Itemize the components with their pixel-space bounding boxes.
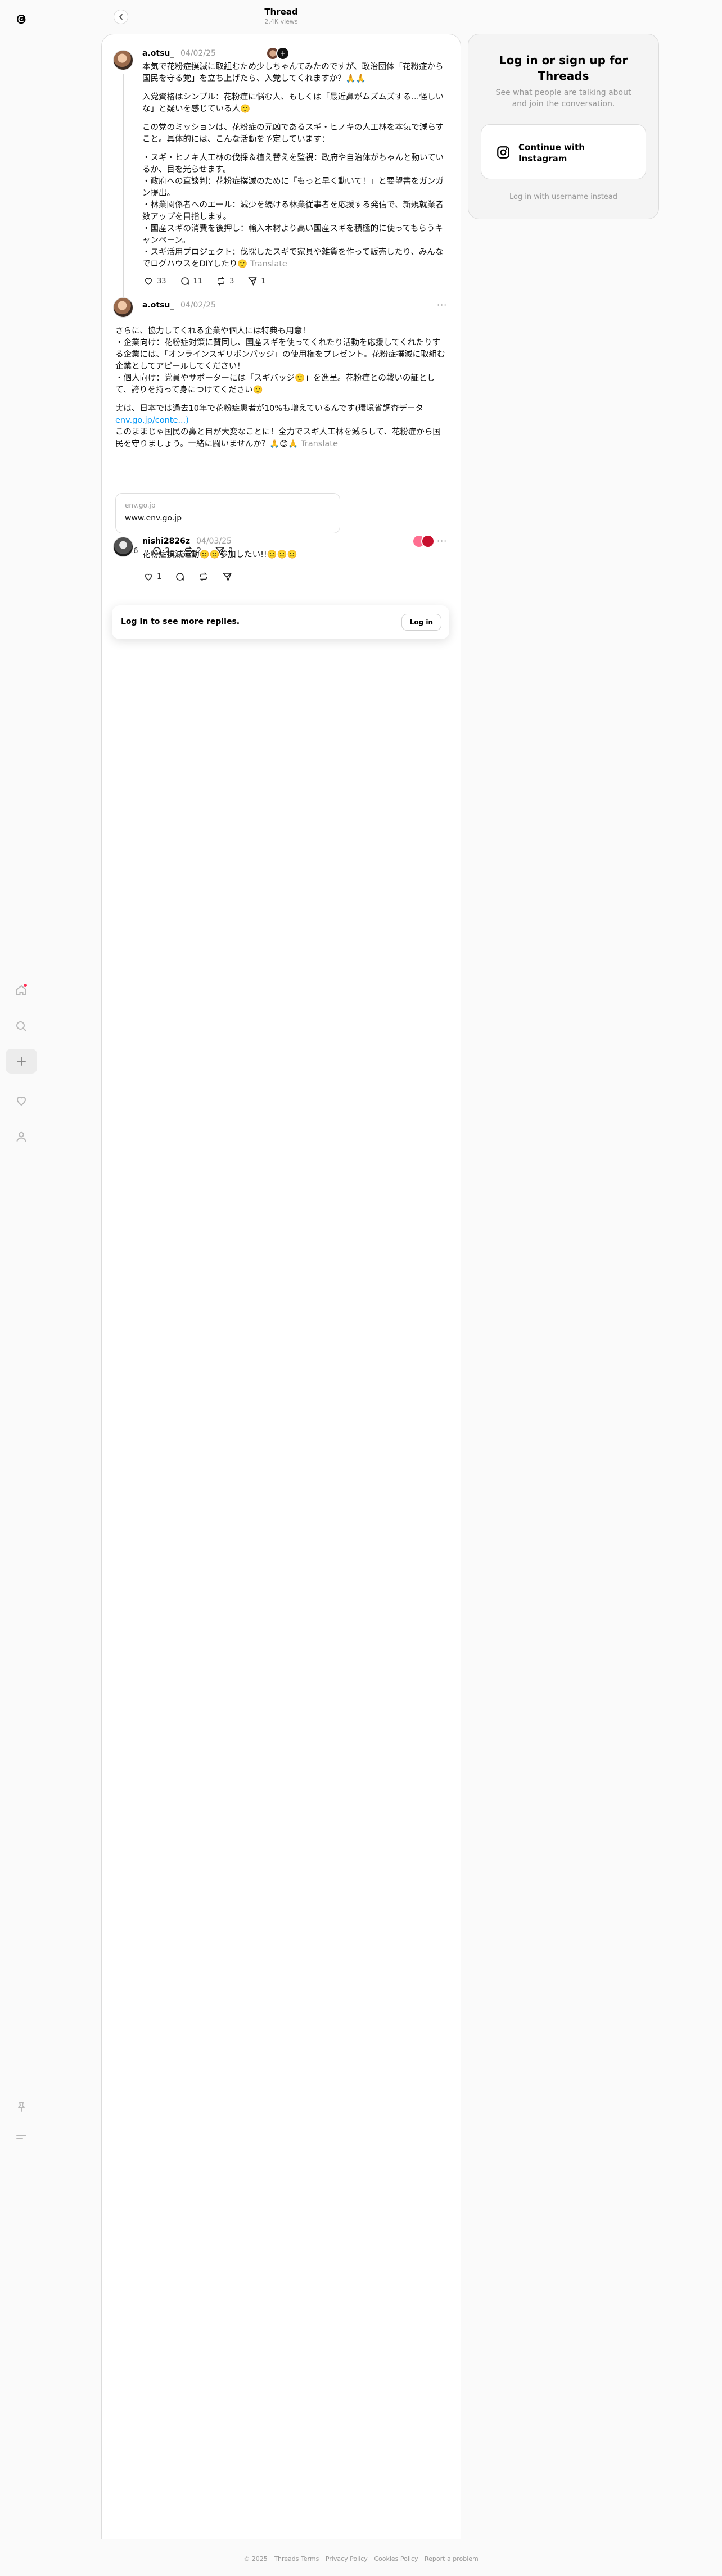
threads-logo-icon[interactable] xyxy=(11,9,31,29)
copyright: © 2025 xyxy=(243,2555,268,2563)
post-text: 花粉症撲滅運動🙂🙂参加したい!!🙂🙂🙂 xyxy=(142,550,297,559)
post-text: 入党資格はシンプル：花粉症に悩む人、もしくは「最近鼻がムズムズする…怪しいな」と… xyxy=(142,93,444,114)
post-date[interactable]: 04/02/25 xyxy=(180,301,216,310)
username-login-link[interactable]: Log in with username instead xyxy=(468,193,658,201)
reply-button[interactable]: 11 xyxy=(180,276,203,286)
like-button[interactable]: 1 xyxy=(143,572,161,582)
post-text: さらに、協力してくれる企業や個人には特典も用意！ ・企業向け：花粉症対策に賛同し… xyxy=(115,327,445,395)
repost-button[interactable] xyxy=(198,572,209,582)
repost-icon xyxy=(216,276,226,286)
comment-icon xyxy=(175,572,185,582)
create-icon[interactable] xyxy=(6,1049,37,1074)
post-username[interactable]: a.otsu_ xyxy=(142,49,174,58)
link-preview-card[interactable]: env.go.jp www.env.go.jp xyxy=(115,493,340,533)
page-title: Thread xyxy=(264,7,298,17)
post-text: 本気で花粉症撲滅に取組むため少しちゃんてみたのですが、政治団体「花粉症から国民を… xyxy=(142,62,444,83)
post-actions: 33 11 3 1 xyxy=(143,276,266,286)
comment-icon xyxy=(180,276,190,286)
thread-connector xyxy=(123,74,124,307)
avatar[interactable] xyxy=(113,297,133,318)
heart-icon xyxy=(143,572,154,582)
post-date[interactable]: 04/03/25 xyxy=(196,537,232,546)
translate-link[interactable]: Translate xyxy=(301,440,338,449)
share-button[interactable] xyxy=(222,572,232,582)
share-count: 1 xyxy=(261,277,266,286)
thread-panel: a.otsu_ 04/02/25 + 本気で花粉症撲滅に取組むため少しちゃんてみ… xyxy=(101,34,461,2539)
login-button[interactable]: Log in xyxy=(401,614,441,631)
more-options-button[interactable]: ··· xyxy=(437,536,447,546)
like-count: 33 xyxy=(157,277,166,286)
source-link[interactable]: env.go.jp/conte...) xyxy=(115,416,189,425)
post-body: さらに、協力してくれる企業や個人には特典も用意！ ・企業向け：花粉症対策に賛同し… xyxy=(115,325,447,457)
reaction-avatars[interactable] xyxy=(412,535,435,548)
profile-icon[interactable] xyxy=(11,1126,31,1147)
reaction-avatars[interactable]: + xyxy=(266,47,290,60)
instagram-icon xyxy=(496,145,511,160)
view-count: 2.4K views xyxy=(264,18,298,25)
privacy-policy-link[interactable]: Privacy Policy xyxy=(326,2555,368,2563)
link-url: www.env.go.jp xyxy=(125,514,182,523)
login-card-subtitle: See what people are talking about and jo… xyxy=(495,88,631,108)
login-prompt-bar: Log in to see more replies. Log in xyxy=(112,605,449,639)
login-prompt-text: Log in to see more replies. xyxy=(121,617,240,626)
add-reaction-icon: + xyxy=(276,47,290,60)
repost-icon xyxy=(198,572,209,582)
heart-icon[interactable] xyxy=(11,1090,31,1111)
cookies-policy-link[interactable]: Cookies Policy xyxy=(374,2555,418,2563)
post-actions: 1 xyxy=(143,572,232,582)
repost-button[interactable]: 3 xyxy=(216,276,234,286)
terms-link[interactable]: Threads Terms xyxy=(274,2555,319,2563)
report-problem-link[interactable]: Report a problem xyxy=(425,2555,479,2563)
avatar[interactable] xyxy=(113,537,133,557)
search-icon[interactable] xyxy=(11,1016,31,1036)
login-card: Log in or sign up for Threads See what p… xyxy=(468,34,659,219)
share-button[interactable]: 1 xyxy=(247,276,266,286)
left-nav-rail xyxy=(0,0,43,2576)
menu-icon[interactable] xyxy=(11,2127,31,2147)
login-card-title: Log in or sign up for Threads xyxy=(499,53,628,83)
heart-icon xyxy=(143,276,154,286)
post-text: ・スギ・ヒノキ人工林の伐採＆植え替えを監視：政府や自治体がちゃんと動いているか、… xyxy=(142,153,444,269)
instagram-button-label: Continue with Instagram xyxy=(518,142,585,164)
repost-count: 3 xyxy=(229,277,234,286)
post-text: 実は、日本では過去10年で花粉症患者が10%も増えているんです(環境省調査データ xyxy=(115,404,423,413)
avatar xyxy=(421,535,435,548)
link-domain: env.go.jp xyxy=(125,501,156,509)
post-text: この党のミッションは、花粉症の元凶であるスギ・ヒノキの人工林を本気で減らすこと。… xyxy=(142,123,444,144)
reply-count: 11 xyxy=(193,277,203,286)
post-username[interactable]: a.otsu_ xyxy=(142,301,174,310)
like-button[interactable]: 33 xyxy=(143,276,166,286)
reply-button[interactable] xyxy=(175,572,185,582)
send-icon xyxy=(247,276,258,286)
pin-icon[interactable] xyxy=(11,2097,31,2117)
footer: © 2025 Threads Terms Privacy Policy Cook… xyxy=(0,2555,722,2563)
post-text: このままじゃ国民の鼻と目が大変なことに！全力でスギ人工林を減らして、花粉症から国… xyxy=(115,428,441,449)
translate-link[interactable]: Translate xyxy=(250,260,287,269)
notification-dot xyxy=(24,984,27,987)
post-username[interactable]: nishi2826z xyxy=(142,537,190,546)
thread-header: Thread 2.4K views xyxy=(101,0,461,33)
avatar[interactable] xyxy=(113,50,133,70)
post-date[interactable]: 04/02/25 xyxy=(180,49,216,58)
like-count: 1 xyxy=(157,572,162,581)
home-icon[interactable] xyxy=(11,980,31,1000)
more-options-button[interactable]: ··· xyxy=(437,300,447,310)
send-icon xyxy=(222,572,232,582)
continue-with-instagram-button[interactable]: Continue with Instagram xyxy=(481,124,646,179)
post-body: 本気で花粉症撲滅に取組むため少しちゃんてみたのですが、政治団体「花粉症から国民を… xyxy=(142,61,446,270)
